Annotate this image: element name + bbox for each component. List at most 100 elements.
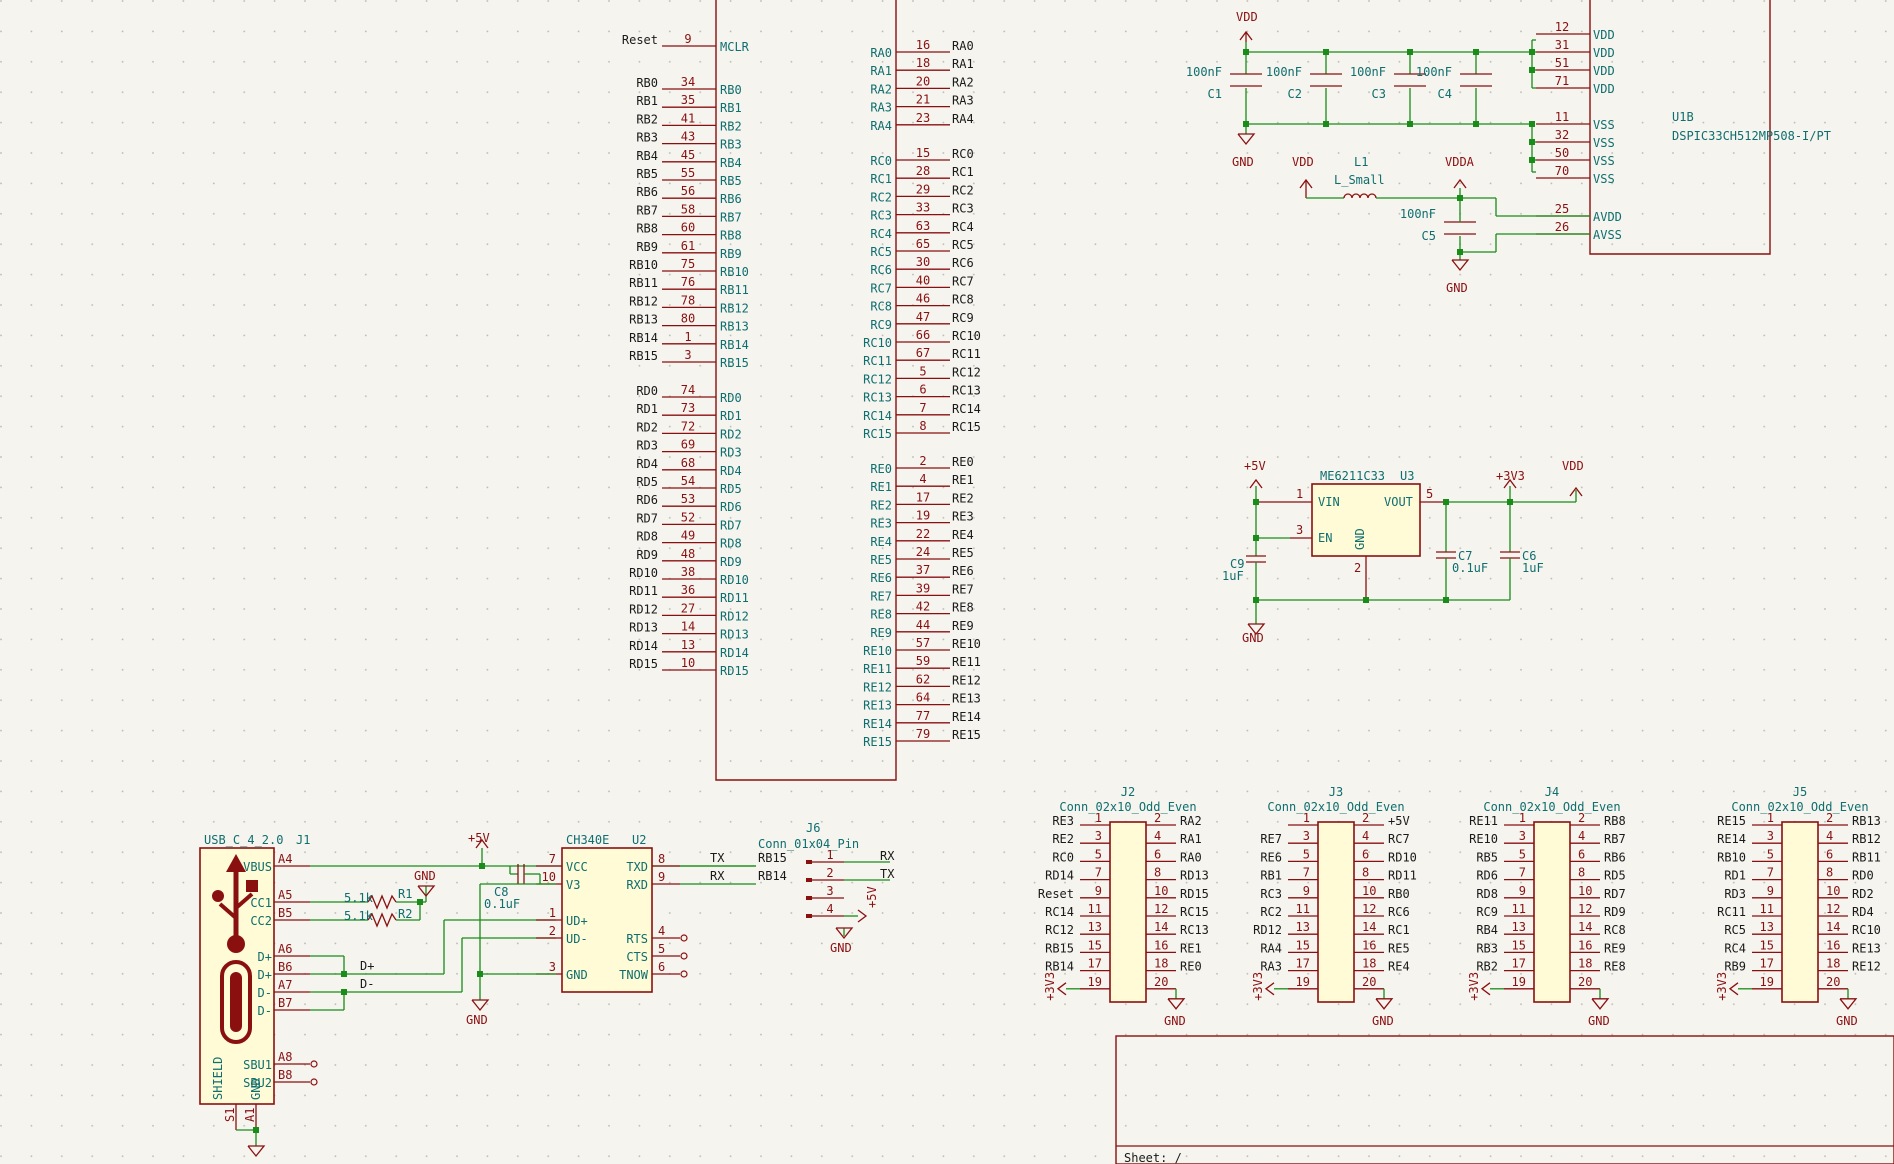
- u1-right-net: RE13: [952, 692, 981, 706]
- u1-left-pin-name: RD15: [720, 664, 749, 678]
- u1-right-pin-name: RC3: [870, 209, 892, 223]
- c9-val: 1uF: [1222, 569, 1244, 583]
- header-left-net: Reset: [1038, 887, 1074, 901]
- header-right-net: RD15: [1180, 887, 1209, 901]
- u1-right-net: RE9: [952, 619, 974, 633]
- cap-ref: C1: [1208, 87, 1222, 101]
- j1-pin-name: D+: [258, 950, 272, 964]
- header-pin-num: 16: [1578, 938, 1592, 952]
- u1-right-pin-name: RE4: [870, 535, 892, 549]
- u1-left-pin-num: 48: [681, 547, 695, 561]
- u1-left-net: RD15: [629, 657, 658, 671]
- header-right-net: RC6: [1388, 905, 1410, 919]
- u1b-pin-name: VSS: [1593, 136, 1615, 150]
- header-pin-num: 13: [1088, 920, 1102, 934]
- cap-ref: C3: [1372, 87, 1386, 101]
- header-left-net: RD12: [1253, 923, 1282, 937]
- u1-right-net: RE15: [952, 728, 981, 742]
- vdd-label-l1: VDD: [1292, 155, 1314, 169]
- u1-left-net: RB6: [636, 185, 658, 199]
- u1-right-net: RE2: [952, 491, 974, 505]
- u3-p1: 1: [1296, 487, 1303, 501]
- cc-gnd-label: GND: [414, 869, 436, 883]
- u1-right-pin-name: RE8: [870, 608, 892, 622]
- u1-left-pin-num: 69: [681, 438, 695, 452]
- u2-value: CH340E: [566, 833, 609, 847]
- u1-left-pin-name: RD8: [720, 537, 742, 551]
- u1-left-pin-name: RD12: [720, 609, 749, 623]
- header-right-net: RC15: [1180, 905, 1209, 919]
- u1-right-pin-name: RA0: [870, 46, 892, 60]
- u1-left-pin-name: RB2: [720, 119, 742, 133]
- cap-ref: C5: [1422, 229, 1436, 243]
- header-right-net: RE1: [1180, 941, 1202, 955]
- u1-right-pin-num: 7: [919, 401, 926, 415]
- u1-left-net: RB14: [629, 331, 658, 345]
- u3-p2: 2: [1354, 561, 1361, 575]
- header-3v3-label: +3V3: [1715, 972, 1729, 1001]
- u1-right-net: RA4: [952, 112, 974, 126]
- u1-right-pin-num: 37: [916, 563, 930, 577]
- u1-left-net: Reset: [622, 33, 658, 47]
- header-value: Conn_02x10_Odd_Even: [1731, 800, 1868, 814]
- u2-pin-num: 10: [542, 870, 556, 884]
- u2-pin-name: TXD: [626, 860, 648, 874]
- header-body: [1109, 821, 1147, 1003]
- header-right-net: RC8: [1604, 923, 1626, 937]
- j1-pin-name: SBU1: [243, 1058, 272, 1072]
- u1-left-net: RD6: [636, 493, 658, 507]
- header-left-net: RB14: [1045, 960, 1074, 974]
- u1-left-pin-name: RB0: [720, 83, 742, 97]
- u1-left-pin-num: 61: [681, 239, 695, 253]
- u1-right-pin-num: 18: [916, 56, 930, 70]
- header-pin-num: 9: [1303, 884, 1310, 898]
- u1-right-net: RC4: [952, 220, 974, 234]
- j1-s1: S1: [223, 1108, 237, 1122]
- u1b-pin-num: 71: [1555, 74, 1569, 88]
- header-right-net: RB7: [1604, 832, 1626, 846]
- u1b-pin-name: VDD: [1593, 46, 1615, 60]
- u1-left-net: RD11: [629, 584, 658, 598]
- header-right-net: RE0: [1180, 960, 1202, 974]
- u1b-pin-name: VDD: [1593, 82, 1615, 96]
- header-left-net: RA4: [1260, 941, 1282, 955]
- header-pin-num: 16: [1826, 938, 1840, 952]
- u1-left-pin-num: 3: [684, 348, 691, 362]
- header-right-net: RE12: [1852, 960, 1881, 974]
- header-right-net: RC1: [1388, 923, 1410, 937]
- u1-right-pin-name: RE7: [870, 589, 892, 603]
- u1-right-pin-num: 77: [916, 709, 930, 723]
- header-right-net: RC10: [1852, 923, 1881, 937]
- j1-pin-num: B5: [278, 906, 292, 920]
- u1-left-pin-name: MCLR: [720, 40, 750, 54]
- u1-right-pin-num: 29: [916, 182, 930, 196]
- u1-right-net: RE1: [952, 473, 974, 487]
- u1-right-pin-name: RC10: [863, 336, 892, 350]
- j6-net: RX: [880, 849, 895, 863]
- header-value: Conn_02x10_Odd_Even: [1483, 800, 1620, 814]
- header-right-net: RE13: [1852, 941, 1881, 955]
- j1-a1: A1: [243, 1108, 257, 1122]
- u1-right-pin-num: 28: [916, 164, 930, 178]
- u1-right-pin-num: 62: [916, 672, 930, 686]
- header-pin-num: 10: [1154, 884, 1168, 898]
- u1-right-pin-num: 6: [919, 383, 926, 397]
- header-pin-num: 17: [1088, 957, 1102, 971]
- u1-right-pin-num: 47: [916, 310, 930, 324]
- u1-right-pin-name: RC12: [863, 372, 892, 386]
- header-right-net: RE4: [1388, 960, 1410, 974]
- u1-right-pin-num: 4: [919, 472, 926, 486]
- header-left-net: RE6: [1260, 850, 1282, 864]
- u2-pin-num: 9: [658, 870, 665, 884]
- header-left-net: RE15: [1717, 814, 1746, 828]
- gnd-label-dec: GND: [1232, 155, 1254, 169]
- j1-pin-name: D+: [258, 968, 272, 982]
- j6-pin-body: [806, 914, 812, 918]
- schematic-canvas[interactable]: Reset 9MCLRRB0 34RB0RB1 35RB1RB2 41RB2RB3 43R…: [0, 0, 1894, 1164]
- u2-gnd-label: GND: [466, 1013, 488, 1027]
- header-pin-num: 4: [1826, 829, 1833, 843]
- header-gnd-label: GND: [1588, 1014, 1610, 1028]
- u1b-value: DSPIC33CH512MP508-I/PT: [1672, 129, 1831, 143]
- u3-vin: VIN: [1318, 495, 1340, 509]
- u1-left-pin-name: RB12: [720, 301, 749, 315]
